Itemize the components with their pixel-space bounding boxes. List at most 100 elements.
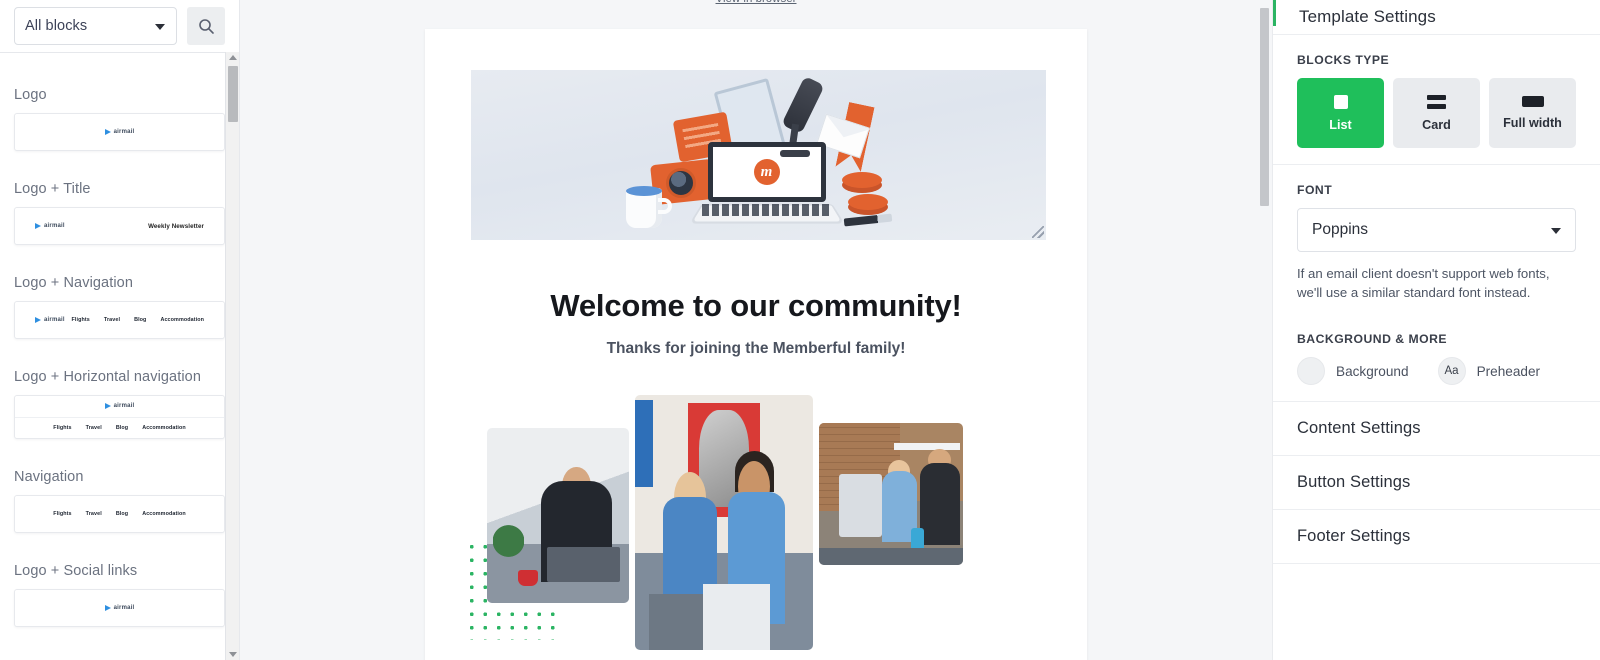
card-icon [1427,94,1446,109]
blocks-type-label-card: Card [1422,117,1451,132]
block-group-title: Logo [14,87,47,103]
nav-link: Blog [115,424,129,431]
full-width-icon [1521,96,1544,107]
chevron-down-icon [155,24,165,30]
font-note: If an email client doesn't support web f… [1297,266,1550,301]
block-group-logo: Logo airmail [14,53,225,151]
accent-bar [1273,0,1276,26]
block-thumbnail-logo[interactable]: airmail [14,113,225,151]
nav-link: Travel [85,511,102,517]
blocks-type-full-width-button[interactable]: Full width [1489,78,1576,148]
email-headline[interactable]: Welcome to our community! [425,288,1087,324]
block-group-logo-horizontal-navigation: Logo + Horizontal navigation airmail Fli… [14,339,225,439]
scrollbar-thumb[interactable] [1260,8,1269,206]
hero-image[interactable]: m [471,70,1046,240]
nav-link: Blog [115,511,129,517]
microphone-base [779,150,810,157]
block-thumbnail-logo-horizontal-navigation[interactable]: airmail Flights Travel Blog Accommodatio… [14,395,225,439]
wall-panel [635,400,653,487]
blocks-sidebar: All blocks Logo airmail Logo + Title air… [0,0,240,660]
logo-text: airmail [44,317,65,323]
email-template-editor: All blocks Logo airmail Logo + Title air… [0,0,1600,660]
nav-link: Flights [53,424,72,431]
search-button[interactable] [187,7,225,45]
font-label: FONT [1297,183,1333,197]
paper-plane-icon [104,129,111,135]
view-in-browser-link[interactable]: View in browser [240,0,1272,5]
block-thumbnail-logo-title[interactable]: airmail Weekly Newsletter [14,207,225,245]
nav-links: Flights Travel Blog Accommodation [53,425,185,431]
paper-plane-icon [35,223,41,229]
photo-image [487,428,629,603]
accordion-button-settings[interactable]: Button Settings [1273,456,1600,509]
accordion-footer-settings[interactable]: Footer Settings [1273,510,1600,563]
collage-photo-3[interactable] [819,423,963,565]
blocks-list: Logo airmail Logo + Title airmail Weekly… [0,53,239,660]
paper-plane-icon [104,605,111,611]
block-thumbnail-logo-social-links[interactable]: airmail [14,589,225,627]
background-more-label: BACKGROUND & MORE [1297,332,1448,347]
logo-text: airmail [44,223,65,229]
scrollbar-thumb[interactable] [228,66,238,122]
resize-handle[interactable] [1032,226,1044,238]
preheader-icon[interactable]: Aa [1437,357,1466,386]
block-thumbnail-logo-navigation[interactable]: airmail Flights Travel Blog Accommodatio… [14,301,225,339]
hero-illustration: m [604,75,914,234]
airmail-logo: airmail [35,317,65,323]
nav-links: Flights Travel Blog Accommodation [72,317,204,323]
search-icon [198,18,214,34]
ceiling-light [893,442,961,450]
block-group-logo-navigation: Logo + Navigation airmail Flights Travel… [14,245,225,339]
background-label: Background [1336,363,1409,379]
blocks-type-section: BLOCKS TYPE List Card Full width [1273,35,1600,164]
memberful-logo: m [753,159,780,185]
pen-shape [843,213,892,227]
email-preview: m Welcome to our community! Thanks for j… [425,29,1087,660]
list-icon [1333,94,1348,109]
laptop-shape [546,547,621,582]
panel-divider [1273,563,1600,565]
canvas-scrollbar[interactable] [1257,0,1272,660]
sidebar-scrollbar[interactable] [225,52,239,660]
coin-stack-2 [847,194,888,210]
accordion-content-settings[interactable]: Content Settings [1273,402,1600,455]
logo-text: airmail [113,605,135,611]
nav-link: Blog [134,317,147,323]
plant-shape [492,505,524,565]
block-group-title: Logo + Title [14,181,91,197]
paper-plane-icon [35,317,41,323]
background-color-swatch[interactable] [1297,357,1325,386]
block-thumbnail-navigation[interactable]: Flights Travel Blog Accommodation [14,495,225,533]
nav-link: Travel [103,317,121,323]
logo-text: airmail [113,129,135,135]
scroll-down-arrow-icon[interactable] [228,652,237,657]
blocks-type-card-button[interactable]: Card [1393,78,1480,148]
nav-links: Flights Travel Blog Accommodation [53,511,185,517]
background-more-section: BACKGROUND & MORE Background Aa Preheade… [1273,318,1600,401]
hero-block[interactable]: m [471,70,1046,240]
laptop-shape [702,583,771,650]
person-body [919,462,961,546]
nav-link: Travel [85,424,102,431]
keyboard-keys [701,204,832,216]
blocks-type-label: BLOCKS TYPE [1297,53,1390,67]
coin-stack-1 [841,172,882,188]
email-subheadline[interactable]: Thanks for joining the Memberful family! [425,340,1087,358]
laptop-shape [649,593,710,650]
scroll-up-arrow-icon[interactable] [228,55,237,60]
background-more-options: Background Aa Preheader [1297,357,1576,386]
blocks-filter-select[interactable]: All blocks [14,7,177,45]
microphone-icon [780,75,825,135]
font-select[interactable]: Poppins [1297,208,1576,252]
chevron-down-icon [1551,228,1561,234]
blocks-type-list-button[interactable]: List [1297,78,1384,148]
settings-panel-header: Template Settings [1273,0,1600,34]
collage-photo-1[interactable] [487,428,629,603]
photo-collage-block[interactable] [425,390,1087,650]
block-group-title: Logo + Horizontal navigation [14,369,201,385]
block-group-logo-social-links: Logo + Social links airmail [14,533,225,627]
font-select-value: Poppins [1312,221,1369,238]
block-group-logo-title: Logo + Title airmail Weekly Newsletter [14,151,225,245]
blocks-type-label-full-width: Full width [1503,116,1562,130]
collage-photo-2[interactable] [635,395,813,650]
